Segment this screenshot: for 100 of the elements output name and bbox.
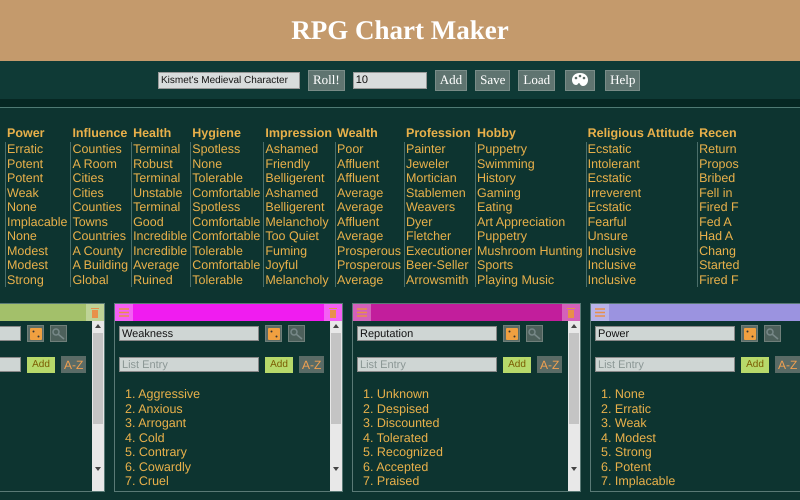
table-cell-text: Arrowsmith xyxy=(406,272,470,287)
scroll-down-icon[interactable] xyxy=(571,467,577,471)
table-cell-text: Chang xyxy=(699,244,737,258)
trash-icon xyxy=(91,307,99,318)
table-cell-text: Painter xyxy=(406,142,447,156)
table-cell-text: Beer-Seller xyxy=(406,258,470,272)
column-heading: Health xyxy=(133,125,172,142)
scroll-up-icon[interactable] xyxy=(333,324,339,328)
scrollbar[interactable] xyxy=(568,321,580,491)
table-cell-text: Ecstatic xyxy=(588,200,632,214)
table-cell-text: None xyxy=(192,156,224,171)
add-entry-button[interactable]: Add xyxy=(265,356,293,372)
table-cell-text: Cities xyxy=(72,186,105,200)
list-name-field[interactable]: Power xyxy=(595,326,735,341)
table-cell-text: Good xyxy=(133,214,165,229)
list-item: 2. Despised xyxy=(363,402,430,416)
table-cell-text: Tolerable xyxy=(192,244,244,258)
list-item: 4. Modest xyxy=(601,430,657,445)
table-cell-text: Joyful xyxy=(265,258,300,272)
roll-dice-button[interactable] xyxy=(503,325,520,342)
table-cell: Comfortable xyxy=(192,229,260,244)
scroll-up-icon[interactable] xyxy=(571,324,577,328)
sort-button[interactable]: A-Z xyxy=(537,356,562,373)
list-item: 5. Contrary xyxy=(125,445,188,460)
list-item: 5. Recognized xyxy=(363,445,444,460)
trash-icon xyxy=(567,307,575,318)
add-entry-button[interactable]: Add xyxy=(503,356,531,372)
column-heading: Impression xyxy=(265,125,332,142)
column-heading: Hobby xyxy=(477,125,517,142)
table-cell-text: Affluent xyxy=(337,156,380,171)
scrollbar[interactable] xyxy=(92,321,104,491)
list-item: 7. Implacable xyxy=(601,474,676,488)
table-cell-text: Robust xyxy=(133,156,174,171)
table-cell-text: Puppetry xyxy=(477,229,528,244)
table-cell-text: Terminal xyxy=(133,142,182,156)
table-cell-text: History xyxy=(477,171,517,186)
list-entry-field[interactable]: List Entry xyxy=(595,357,735,372)
table-cell-text: Counties xyxy=(72,142,123,156)
table-cell-text: Potent xyxy=(7,171,44,186)
table-cell-text: Spotless xyxy=(192,200,242,214)
table-cell: Prosperous xyxy=(337,258,401,272)
add-entry-button[interactable]: Add xyxy=(27,356,55,372)
palette-icon xyxy=(571,72,590,88)
scrollbar[interactable] xyxy=(330,321,342,491)
table-cell-text: Melancholy xyxy=(265,272,330,287)
toolbar-button[interactable]: Load xyxy=(518,70,556,90)
roll-dice-button[interactable] xyxy=(741,325,758,342)
count-field[interactable]: 10 xyxy=(352,72,427,88)
column-heading: Profession xyxy=(406,125,472,142)
table-cell-text: Weavers xyxy=(406,200,456,214)
dice-icon xyxy=(744,328,756,340)
toolbar-button[interactable]: Save xyxy=(475,70,510,90)
sort-button[interactable]: A-Z xyxy=(775,356,800,373)
list-entry-field[interactable]: List Entry xyxy=(357,357,497,372)
table-cell-text: Global xyxy=(72,272,110,287)
roll-dice-button[interactable] xyxy=(265,325,282,342)
scroll-down-icon[interactable] xyxy=(333,467,339,471)
list-entry-field[interactable]: List Entry xyxy=(119,357,259,372)
list-item: 4. Tolerated xyxy=(363,430,430,445)
list-name-field[interactable]: Reputation xyxy=(357,326,497,341)
table-cell-text: Puppetry xyxy=(477,142,528,156)
scroll-down-icon[interactable] xyxy=(95,467,101,471)
list-item: 6. Accepted xyxy=(363,460,430,474)
menu-button[interactable] xyxy=(591,304,609,321)
list-item: 1. Aggressive xyxy=(125,387,202,402)
palette-button[interactable] xyxy=(565,70,596,90)
sort-button[interactable]: A-Z xyxy=(299,356,324,373)
table-cell-text: Terminal xyxy=(133,171,182,186)
table-cell-text: Average xyxy=(337,200,384,214)
menu-icon xyxy=(119,308,129,317)
table-cell-text: None xyxy=(7,229,38,244)
list-item: 2. Anxious xyxy=(125,402,184,416)
table-cell-text: Towns xyxy=(72,214,109,229)
table-cell-text: Weak xyxy=(7,186,40,200)
sort-button[interactable]: A-Z xyxy=(61,356,86,373)
toolbar-button[interactable]: Add xyxy=(434,70,468,90)
roll-button[interactable]: Roll! xyxy=(308,70,345,90)
list-name-field[interactable]: Weakness xyxy=(119,326,259,341)
roll-dice-button[interactable] xyxy=(27,325,44,342)
help-button[interactable]: Help xyxy=(605,70,640,90)
table-cell-text: Friendly xyxy=(265,156,311,171)
list-item: 1. Unknown xyxy=(363,387,430,402)
table-cell-text: Countries xyxy=(72,229,127,244)
table-cell-text: Ecstatic xyxy=(588,171,632,186)
table-cell-text: Art Appreciation xyxy=(477,214,566,229)
table-cell-text: Average xyxy=(337,229,384,244)
table-cell-text: Erratic xyxy=(7,142,44,156)
menu-button[interactable] xyxy=(353,304,371,321)
table-cell-text: Stablemen xyxy=(406,186,467,200)
table-cell: Mushroom Hunting xyxy=(477,244,583,258)
dice-icon xyxy=(30,328,42,340)
table-cell-text: Fell in xyxy=(699,186,734,200)
scroll-up-icon[interactable] xyxy=(95,324,101,328)
table-cell-text: Inclusive xyxy=(588,258,638,272)
chart-name-field[interactable]: Kismet's Medieval Character xyxy=(158,72,300,88)
table-cell-text: Strong xyxy=(7,272,45,287)
table-cell-text: None xyxy=(7,200,38,214)
column-heading: Power xyxy=(7,125,46,142)
table-cell-text: Average xyxy=(337,272,384,287)
add-entry-button[interactable]: Add xyxy=(741,356,769,372)
